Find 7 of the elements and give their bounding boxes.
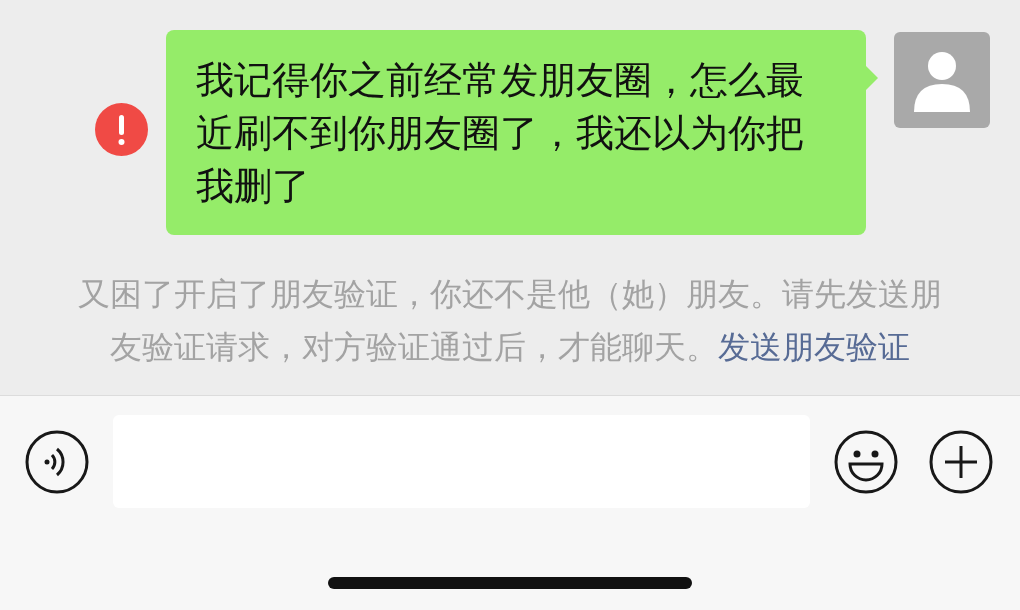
system-notice: 又困了开启了朋友验证，你还不是他（她）朋友。请先发送朋友验证请求，对方验证通过后，才能聊天。发送朋友验证 — [77, 275, 943, 367]
emoji-icon[interactable] — [834, 429, 898, 494]
plus-icon[interactable] — [929, 429, 993, 494]
send-verification-link[interactable]: 发送朋友验证 — [718, 329, 910, 365]
error-icon[interactable] — [95, 103, 148, 156]
voice-icon[interactable] — [25, 429, 89, 494]
avatar-icon[interactable] — [894, 32, 990, 128]
